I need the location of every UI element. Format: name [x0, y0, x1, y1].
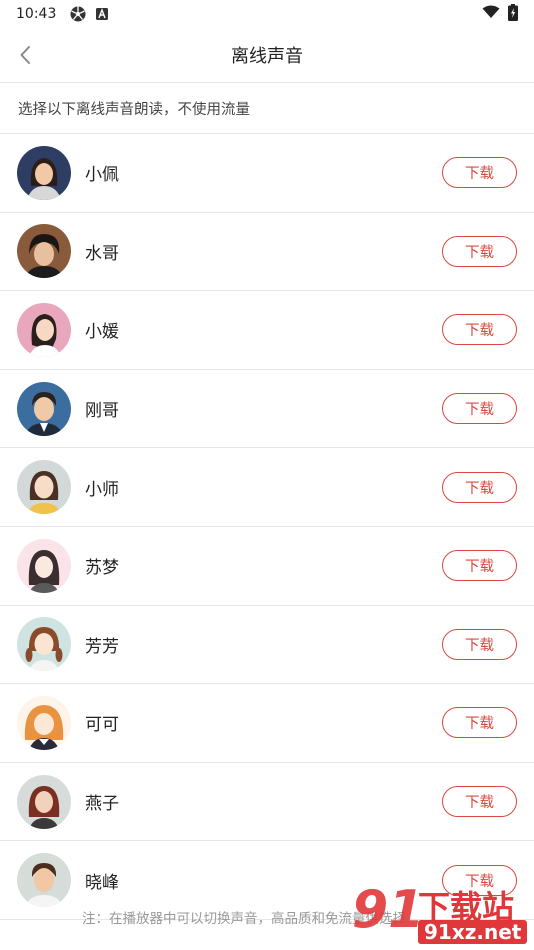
download-button[interactable]: 下载 [442, 157, 517, 189]
list-item[interactable]: 小师 下载 [0, 448, 534, 527]
list-item[interactable]: 水哥 下载 [0, 213, 534, 292]
voice-name: 小媛 [85, 322, 119, 343]
avatar [17, 302, 71, 357]
wifi-icon [482, 5, 500, 23]
download-button[interactable]: 下载 [442, 786, 517, 818]
header-bar: 离线声音 [0, 28, 534, 83]
status-time: 10:43 [16, 6, 57, 22]
voice-name: 刚哥 [85, 401, 119, 422]
download-button[interactable]: 下载 [442, 393, 517, 425]
list-item[interactable]: 芳芳 下载 [0, 606, 534, 685]
list-item[interactable]: 苏梦 下载 [0, 527, 534, 606]
avatar [17, 853, 71, 908]
avatar [17, 145, 71, 200]
avatar [17, 460, 71, 515]
voice-name: 芳芳 [85, 636, 119, 657]
voice-name: 小佩 [85, 165, 119, 186]
avatar [17, 774, 71, 829]
voice-name: 晓峰 [85, 872, 119, 893]
download-button[interactable]: 下载 [442, 314, 517, 346]
avatar [17, 617, 71, 672]
list-item[interactable]: 小媛 下载 [0, 291, 534, 370]
voice-name: 可可 [85, 715, 119, 736]
download-button[interactable]: 下载 [442, 864, 517, 896]
list-item[interactable]: 可可 下载 [0, 684, 534, 763]
avatar [17, 695, 71, 750]
status-bar: 10:43 [0, 0, 534, 28]
chevron-left-icon [20, 46, 30, 64]
voice-name: 水哥 [85, 243, 119, 264]
footer-note: 注：在播放器中可以切换声音，高品质和免流量供选择 [82, 911, 406, 927]
list-item[interactable]: 刚哥 下载 [0, 370, 534, 449]
a-icon [96, 8, 109, 20]
voice-name: 小师 [85, 479, 119, 500]
download-button[interactable]: 下载 [442, 235, 517, 267]
page-title: 离线声音 [231, 46, 303, 67]
list-item[interactable]: 小佩 下载 [0, 134, 534, 213]
back-button[interactable] [10, 38, 40, 72]
download-button[interactable]: 下载 [442, 628, 517, 660]
watermark-site: 91xz.net [418, 920, 528, 944]
voice-name: 苏梦 [85, 558, 119, 579]
download-button[interactable]: 下载 [442, 471, 517, 503]
voice-list: 小佩 下载 水哥 下载 小媛 下载 刚哥 下载 小师 下载 苏梦 下载 芳芳 下… [0, 134, 534, 920]
hint-text: 选择以下离线声音朗读，不使用流量 [0, 83, 534, 134]
avatar [17, 224, 71, 279]
soccer-icon [70, 6, 86, 22]
download-button[interactable]: 下载 [442, 550, 517, 582]
avatar [17, 381, 71, 436]
voice-name: 燕子 [85, 794, 119, 815]
avatar [17, 538, 71, 593]
battery-icon [508, 3, 518, 25]
list-item[interactable]: 燕子 下载 [0, 763, 534, 842]
download-button[interactable]: 下载 [442, 707, 517, 739]
